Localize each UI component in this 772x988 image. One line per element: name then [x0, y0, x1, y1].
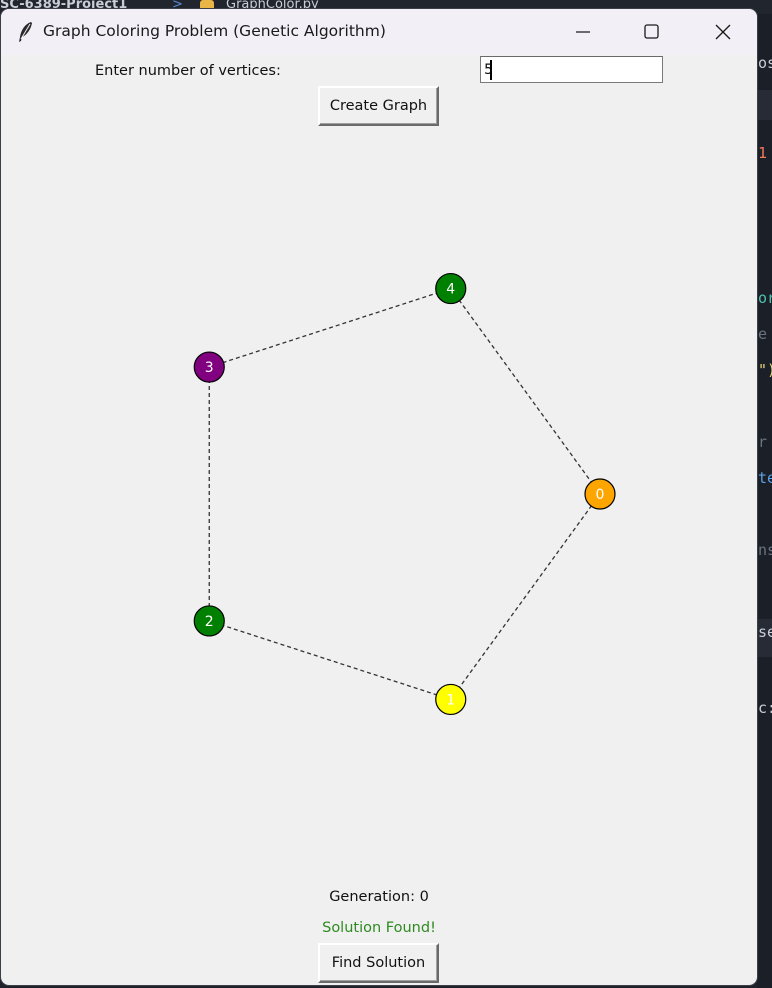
solution-status: Solution Found! [322, 920, 436, 936]
background-code-fragment: te [758, 469, 772, 487]
background-code-fragment: or [758, 289, 772, 307]
graph-vertex-0: 0 [584, 478, 616, 510]
background-code-fragment: e [758, 325, 768, 343]
app-window: Graph Coloring Problem (Genetic Algorith… [1, 9, 757, 985]
background-code-fragment: ns [758, 541, 772, 559]
background-code-fragment: osa [758, 54, 772, 72]
background-code-fragment: 1 [758, 144, 768, 162]
background-code-fragment: se [758, 623, 772, 641]
vertex-label: 2 [205, 614, 214, 630]
vertex-label: 3 [205, 360, 214, 376]
background-code-fragment: r [758, 433, 768, 451]
graph-vertex-2: 2 [193, 605, 225, 637]
graph-edge-0-1 [450, 493, 601, 700]
find-solution-button[interactable]: Find Solution [318, 943, 439, 983]
graph-edge-4-0 [450, 288, 601, 495]
vertex-label: 1 [446, 692, 455, 708]
graph-vertex-3: 3 [193, 351, 225, 383]
graph-canvas: 0 1 2 3 4 [193, 272, 616, 716]
vertex-label: 4 [446, 282, 455, 298]
graph-vertex-1: 1 [435, 683, 467, 716]
graph-edge-3-4 [209, 287, 451, 368]
graph-vertex-4: 4 [435, 272, 467, 305]
generation-counter: Generation: 0 [329, 889, 429, 905]
background-code-edge: osa 1 or e ") r te ns se c: [757, 14, 772, 988]
graph-edge-1-2 [209, 620, 451, 701]
vertex-label: 0 [596, 487, 605, 503]
background-panel-strip [757, 90, 772, 120]
background-code-fragment: ") [758, 361, 772, 379]
background-code-fragment: c: [758, 699, 772, 717]
